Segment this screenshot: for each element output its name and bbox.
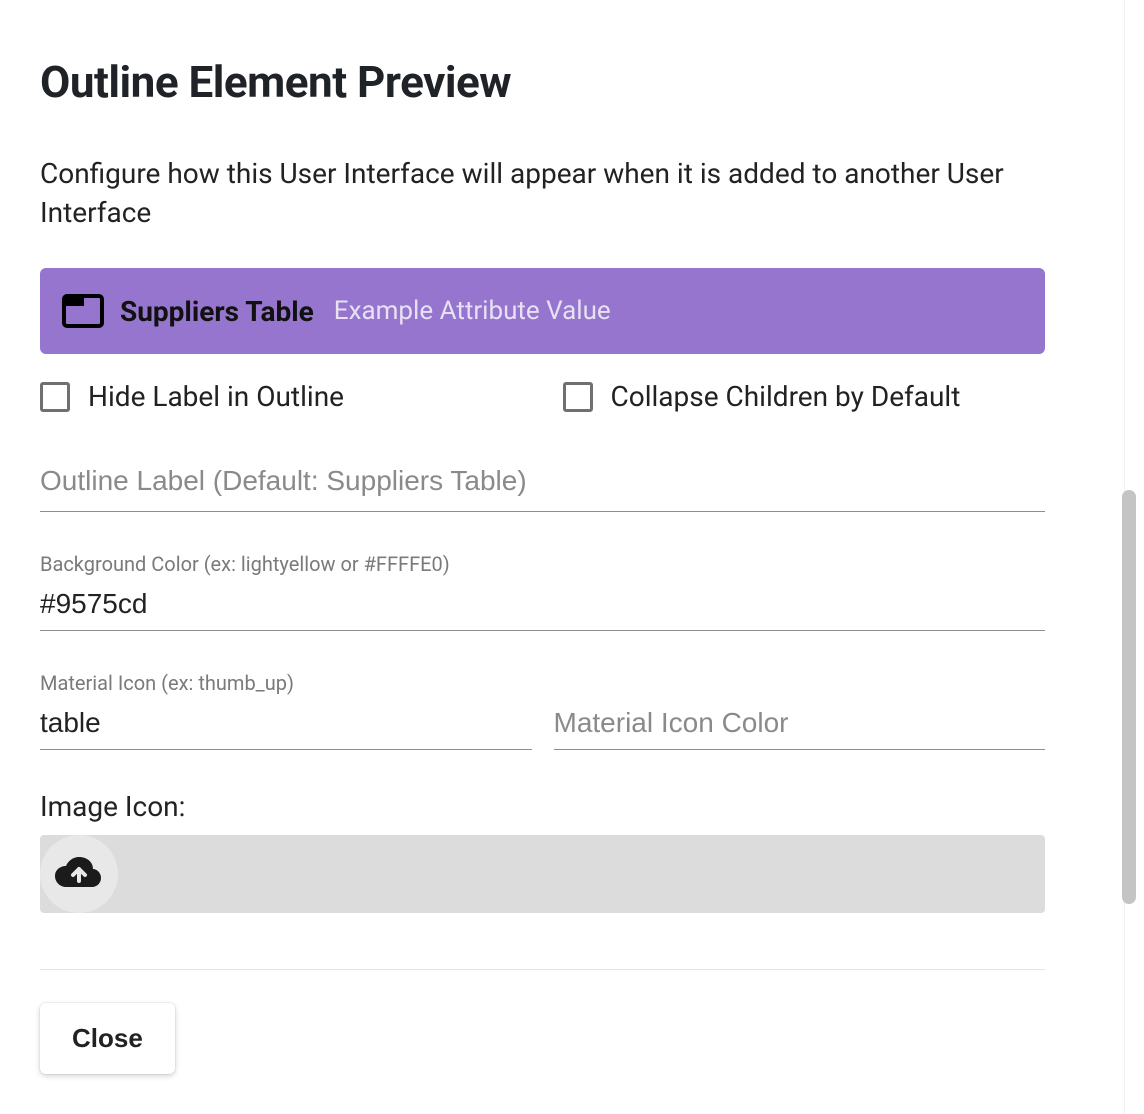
outline-label-input[interactable] [40,461,1045,512]
background-color-label: Background Color (ex: lightyellow or #FF… [40,552,1045,576]
page-description: Configure how this User Interface will a… [40,154,1045,232]
material-icon-input[interactable] [40,703,532,750]
scrollbar-track[interactable] [1124,0,1138,1114]
upload-circle [40,835,118,913]
hide-label-checkbox[interactable]: Hide Label in Outline [40,380,523,413]
image-icon-upload[interactable] [40,835,1045,913]
page-title: Outline Element Preview [40,56,1045,108]
material-icon-label: Material Icon (ex: thumb_up) [40,671,532,695]
image-icon-label: Image Icon: [40,790,1045,823]
hide-label-text: Hide Label in Outline [88,380,344,413]
preview-subtitle: Example Attribute Value [334,296,611,326]
checkbox-icon [40,382,70,412]
collapse-children-checkbox[interactable]: Collapse Children by Default [563,380,1046,413]
collapse-children-text: Collapse Children by Default [611,380,961,413]
outline-preview-bar: Suppliers Table Example Attribute Value [40,268,1045,354]
preview-title: Suppliers Table [120,295,314,328]
cloud-upload-icon [55,853,103,895]
material-icon-color-input[interactable] [554,703,1046,750]
scrollbar-thumb[interactable] [1122,490,1136,904]
close-button[interactable]: Close [40,1003,175,1074]
checkbox-icon [563,382,593,412]
background-color-input[interactable] [40,584,1045,631]
tab-icon [62,294,104,328]
section-divider [40,969,1045,970]
